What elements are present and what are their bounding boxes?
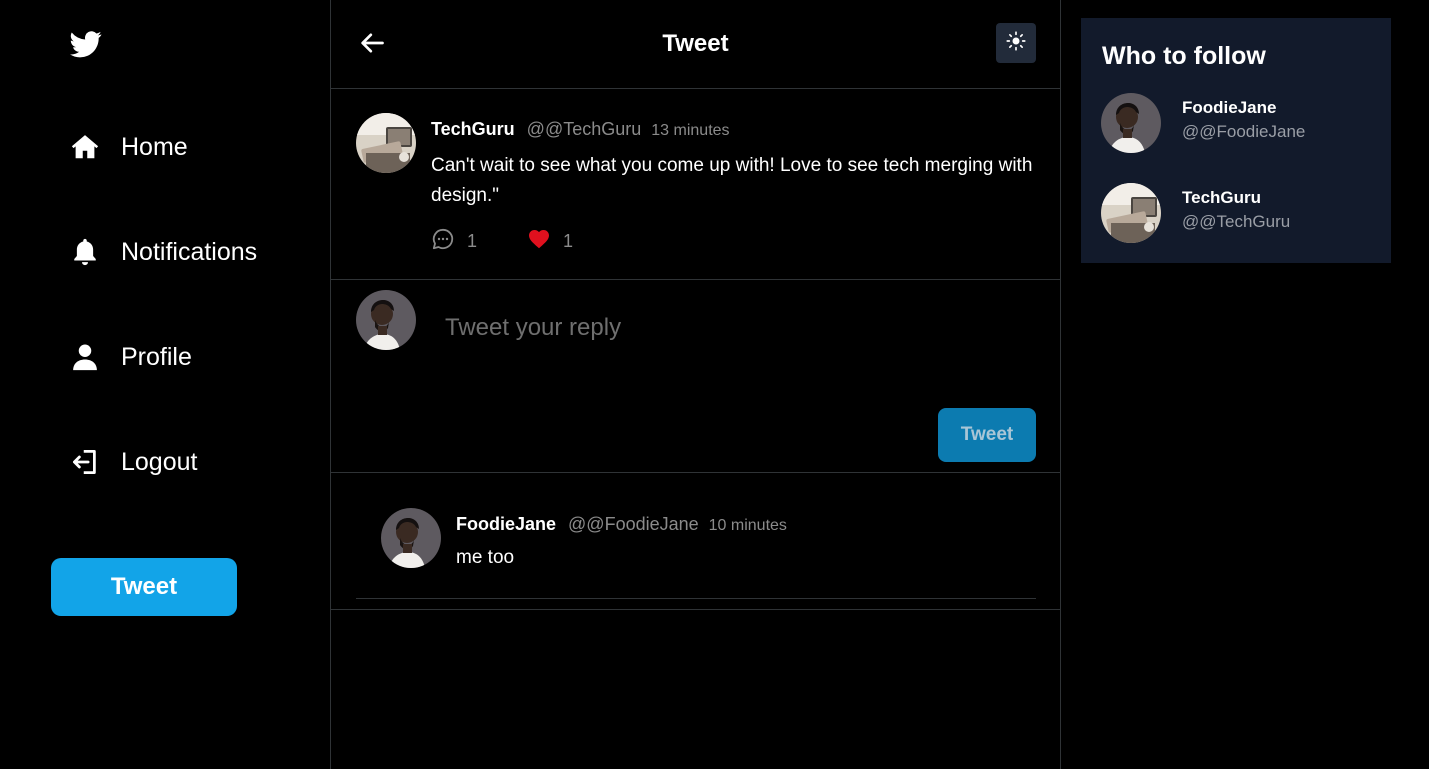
list-item: FoodieJane @@FoodieJane 10 minutes me to… — [356, 473, 1036, 599]
sidebar-item-label: Profile — [121, 342, 192, 371]
reply-tweet-button[interactable]: Tweet — [938, 408, 1036, 462]
author-name[interactable]: TechGuru — [431, 119, 515, 140]
author-handle: @@TechGuru — [526, 119, 642, 139]
sun-icon — [1006, 30, 1026, 56]
comment-button[interactable]: 1 — [431, 227, 477, 256]
sidebar-item-label: Notifications — [121, 237, 258, 266]
sidebar-item-home[interactable]: Home — [70, 127, 188, 167]
follow-handle: @@TechGuru — [1182, 212, 1291, 231]
like-count: 1 — [563, 231, 574, 251]
follow-name: TechGuru — [1182, 188, 1262, 207]
logout-icon — [70, 446, 102, 478]
who-to-follow-title: Who to follow — [1102, 42, 1266, 70]
theme-toggle-button[interactable] — [996, 23, 1036, 63]
main-column: Tweet TechGuru @@TechGuru 13 minutes Can… — [330, 0, 1061, 769]
twitter-bird-icon[interactable] — [70, 28, 102, 60]
avatar[interactable] — [356, 290, 416, 350]
comment-icon — [431, 227, 455, 256]
sidebar-item-logout[interactable]: Logout — [70, 442, 197, 482]
sidebar-item-label: Logout — [121, 447, 198, 476]
follow-suggestion[interactable]: FoodieJane @@FoodieJane — [1101, 93, 1381, 155]
author-handle: @@FoodieJane — [568, 514, 699, 534]
follow-name: FoodieJane — [1182, 98, 1277, 117]
page-header: Tweet — [331, 0, 1060, 89]
reply-input[interactable] — [445, 308, 1035, 348]
comment-count: 1 — [467, 231, 478, 251]
avatar[interactable] — [381, 508, 441, 568]
reply-timestamp: 10 minutes — [708, 517, 787, 534]
author-name[interactable]: FoodieJane — [456, 514, 556, 535]
follow-handle: @@FoodieJane — [1182, 122, 1306, 141]
sidebar-item-profile[interactable]: Profile — [70, 337, 192, 377]
tweet-actions: 1 1 — [431, 227, 573, 256]
tweet-timestamp: 13 minutes — [651, 122, 730, 139]
tweet-text: Can't wait to see what you come up with!… — [431, 155, 1033, 206]
page-title: Tweet — [662, 30, 729, 57]
avatar[interactable] — [356, 113, 416, 173]
reply-text: me too — [456, 547, 515, 568]
sidebar-item-label: Home — [121, 132, 188, 161]
avatar — [1101, 183, 1161, 243]
reply-meta: FoodieJane @@FoodieJane 10 minutes — [456, 514, 787, 535]
reply-composer: Tweet — [331, 280, 1060, 473]
user-icon — [70, 341, 102, 373]
heart-icon — [527, 227, 551, 256]
app: Home Notifications Profile Logout Tweet … — [0, 0, 1429, 769]
follow-suggestion[interactable]: TechGuru @@TechGuru — [1101, 183, 1381, 245]
sidebar-item-notifications[interactable]: Notifications — [70, 232, 257, 272]
bell-icon — [70, 236, 102, 268]
sidebar-tweet-button[interactable]: Tweet — [51, 558, 237, 616]
avatar — [1101, 93, 1161, 153]
like-button[interactable]: 1 — [527, 227, 573, 256]
home-icon — [70, 131, 102, 163]
main-tweet: TechGuru @@TechGuru 13 minutes Can't wai… — [331, 89, 1060, 280]
who-to-follow-panel: Who to follow FoodieJane @@FoodieJane Te… — [1081, 18, 1391, 263]
tweet-meta: TechGuru @@TechGuru 13 minutes — [431, 119, 730, 140]
sidebar: Home Notifications Profile Logout Tweet — [0, 0, 330, 769]
replies-list: FoodieJane @@FoodieJane 10 minutes me to… — [331, 473, 1060, 610]
